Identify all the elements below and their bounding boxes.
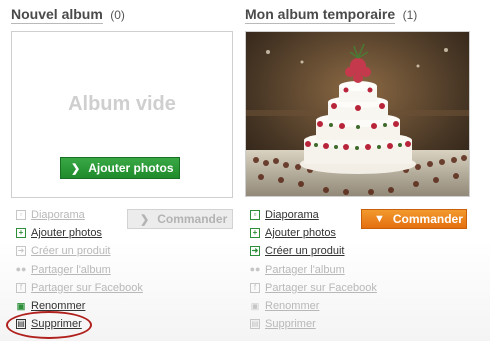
action-slideshow[interactable]: ▫ Diaporama <box>16 206 143 224</box>
action-label: Partager sur Facebook <box>31 281 143 294</box>
action-share-album[interactable]: ●● Partager l'album <box>16 261 143 279</box>
action-label: Créer un produit <box>265 245 345 258</box>
order-button[interactable]: ▼ Commander <box>361 209 467 229</box>
cart-icon: ▼ <box>374 213 385 225</box>
add-photo-icon: + <box>250 228 260 239</box>
action-share-facebook[interactable]: f Partager sur Facebook <box>16 279 143 297</box>
facebook-icon: f <box>250 282 260 293</box>
action-label: Renommer <box>265 300 320 313</box>
create-product-icon: ➜ <box>16 246 26 257</box>
action-label: Partager l'album <box>31 263 111 276</box>
action-slideshow[interactable]: ▫ Diaporama <box>250 206 377 224</box>
album-photo-count: (0) <box>110 8 125 22</box>
add-photo-icon: + <box>16 228 26 239</box>
action-label: Diaporama <box>31 209 85 222</box>
slideshow-icon: ▫ <box>250 210 260 221</box>
action-add-photos[interactable]: + Ajouter photos <box>16 224 143 242</box>
action-label: Ajouter photos <box>31 227 102 240</box>
action-label: Créer un produit <box>31 245 111 258</box>
action-label: Partager l'album <box>265 263 345 276</box>
action-label: Ajouter photos <box>265 227 336 240</box>
album-photo-count: (1) <box>402 8 418 22</box>
order-button-label: Commander <box>157 212 228 226</box>
trash-icon: ▤ <box>250 319 260 330</box>
rename-icon: ▣ <box>250 300 260 311</box>
empty-album-label: Album vide <box>68 93 176 115</box>
action-label: Supprimer <box>265 318 316 331</box>
action-label: Partager sur Facebook <box>265 281 377 294</box>
order-button-label: Commander <box>392 212 463 226</box>
album-preview-empty: Album vide ❯ Ajouter photos <box>11 31 233 198</box>
rename-icon: ▣ <box>16 300 26 311</box>
chevron-right-icon: ❯ <box>71 162 81 175</box>
wedding-cake-photo <box>246 32 469 196</box>
action-add-photos[interactable]: + Ajouter photos <box>250 224 377 242</box>
add-photos-button-label: Ajouter photos <box>88 161 174 175</box>
share-users-icon: ●● <box>249 264 261 275</box>
create-product-icon: ➜ <box>250 246 260 257</box>
action-create-product[interactable]: ➜ Créer un produit <box>16 242 143 260</box>
action-rename[interactable]: ▣ Renommer <box>250 297 377 315</box>
album-cover-photo[interactable] <box>245 31 470 197</box>
album-title-row: Mon album temporaire (1) <box>245 6 417 26</box>
album-title[interactable]: Mon album temporaire <box>245 6 396 24</box>
action-share-facebook[interactable]: f Partager sur Facebook <box>250 279 377 297</box>
order-button-disabled[interactable]: ❯ Commander <box>127 209 233 229</box>
action-create-product[interactable]: ➜ Créer un produit <box>250 242 377 260</box>
action-share-album[interactable]: ●● Partager l'album <box>250 261 377 279</box>
slideshow-icon: ▫ <box>16 210 26 221</box>
album-title-row: Nouvel album (0) <box>11 6 125 26</box>
highlight-ring-delete <box>6 311 92 339</box>
share-users-icon: ●● <box>15 264 27 275</box>
facebook-icon: f <box>16 282 26 293</box>
chevron-right-icon: ❯ <box>140 213 150 226</box>
action-label: Diaporama <box>265 209 319 222</box>
album-title[interactable]: Nouvel album <box>11 6 103 24</box>
add-photos-button[interactable]: ❯ Ajouter photos <box>60 157 180 179</box>
album-actions-list: ▫ Diaporama + Ajouter photos ➜ Créer un … <box>250 206 377 333</box>
action-label: Renommer <box>31 300 86 313</box>
action-delete[interactable]: ▤ Supprimer <box>250 315 377 333</box>
